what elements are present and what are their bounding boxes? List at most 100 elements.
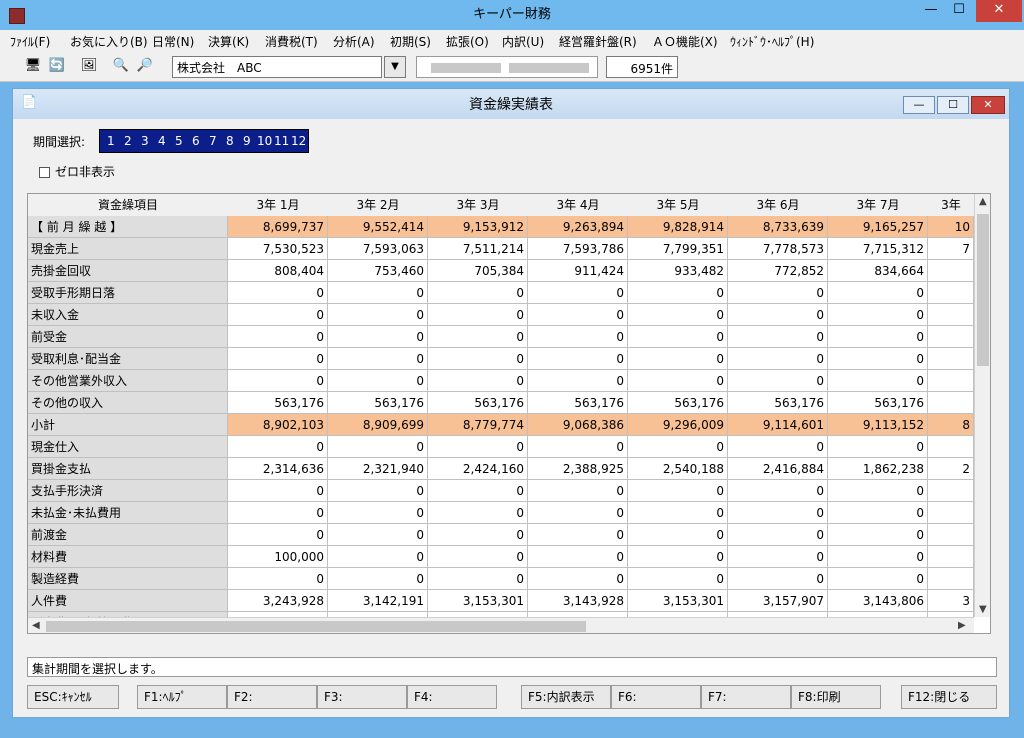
image-icon[interactable]: 🖼 [78, 56, 100, 76]
period-10[interactable]: 10 [257, 134, 272, 148]
table-cell[interactable]: 8 [928, 414, 974, 436]
period-7[interactable]: 7 [209, 134, 217, 148]
table-cell[interactable]: 0 [828, 502, 928, 524]
period-12[interactable]: 12 [291, 134, 306, 148]
table-cell[interactable]: 0 [628, 436, 728, 458]
table-cell[interactable]: 0 [328, 326, 428, 348]
menu-daily[interactable]: 日常(N) [152, 33, 194, 50]
column-header[interactable]: 3年 6月 [728, 194, 829, 217]
column-header[interactable]: 3年 2月 [328, 194, 429, 217]
table-cell[interactable]: 0 [328, 568, 428, 590]
table-cell[interactable] [928, 326, 974, 348]
window-icon[interactable]: 🖥 [22, 56, 44, 76]
table-cell[interactable]: 563,176 [728, 392, 828, 414]
table-cell[interactable]: 0 [828, 326, 928, 348]
column-header[interactable]: 資金繰項目 [28, 194, 229, 217]
table-cell[interactable]: 563,176 [328, 392, 428, 414]
table-cell[interactable]: 0 [728, 480, 828, 502]
table-cell[interactable]: 0 [528, 282, 628, 304]
table-cell[interactable]: 933,482 [628, 260, 728, 282]
table-cell[interactable]: 0 [828, 370, 928, 392]
table-cell[interactable]: 0 [228, 304, 328, 326]
table-cell[interactable]: 0 [528, 524, 628, 546]
scroll-up-icon[interactable]: ▲ [979, 196, 987, 207]
table-cell[interactable]: 3,143,806 [828, 590, 928, 612]
table-cell[interactable]: 7,778,573 [728, 238, 828, 260]
menu-initial[interactable]: 初期(S) [390, 33, 431, 50]
menu-compass[interactable]: 経営羅針盤(R) [559, 33, 637, 50]
table-cell[interactable]: 0 [428, 568, 528, 590]
table-cell[interactable]: 0 [428, 326, 528, 348]
menu-consumption-tax[interactable]: 消費税(T) [265, 33, 318, 50]
table-cell[interactable]: 753,460 [328, 260, 428, 282]
column-header[interactable]: 3年 5月 [628, 194, 729, 217]
table-cell[interactable]: 0 [228, 480, 328, 502]
table-cell[interactable]: 0 [828, 436, 928, 458]
table-cell[interactable]: 7,715,312 [828, 238, 928, 260]
table-cell[interactable]: 0 [328, 480, 428, 502]
table-cell[interactable]: 0 [528, 480, 628, 502]
table-cell[interactable]: 0 [628, 348, 728, 370]
column-header[interactable]: 3年 4月 [528, 194, 629, 217]
table-cell[interactable]: 834,664 [828, 260, 928, 282]
table-cell[interactable]: 0 [428, 282, 528, 304]
table-cell[interactable] [928, 392, 974, 414]
maximize-button[interactable]: ☐ [946, 0, 972, 22]
table-cell[interactable]: 8,779,774 [428, 414, 528, 436]
table-cell[interactable]: 0 [328, 304, 428, 326]
scroll-left-icon[interactable]: ◀ [32, 620, 40, 631]
table-cell[interactable]: 7,530,523 [228, 238, 328, 260]
table-cell[interactable]: 0 [728, 282, 828, 304]
table-cell[interactable]: 0 [728, 348, 828, 370]
table-cell[interactable]: 0 [528, 436, 628, 458]
table-cell[interactable]: 0 [628, 370, 728, 392]
table-cell[interactable]: 0 [528, 568, 628, 590]
table-cell[interactable]: 0 [828, 480, 928, 502]
table-cell[interactable]: 0 [228, 524, 328, 546]
f8-print-button[interactable]: F8:印刷 [791, 685, 881, 709]
table-cell[interactable]: 0 [428, 370, 528, 392]
table-cell[interactable]: 0 [628, 480, 728, 502]
table-cell[interactable]: 9,114,601 [728, 414, 828, 436]
menu-closing[interactable]: 決算(K) [208, 33, 249, 50]
table-cell[interactable]: 2,424,160 [428, 458, 528, 480]
table-cell[interactable]: 563,176 [628, 392, 728, 414]
period-4[interactable]: 4 [158, 134, 166, 148]
table-cell[interactable]: 911,424 [528, 260, 628, 282]
table-cell[interactable]: 0 [628, 326, 728, 348]
table-cell[interactable]: 808,404 [228, 260, 328, 282]
inner-close-button[interactable]: ✕ [971, 96, 1005, 114]
horizontal-scroll-thumb[interactable] [46, 621, 586, 632]
zoom-in-icon[interactable]: 🔍 [110, 56, 132, 76]
table-cell[interactable] [928, 304, 974, 326]
table-cell[interactable]: 7,799,351 [628, 238, 728, 260]
f5-breakdown-button[interactable]: F5:内訳表示 [521, 685, 611, 709]
table-cell[interactable]: 563,176 [828, 392, 928, 414]
table-cell[interactable]: 7,593,786 [528, 238, 628, 260]
table-cell[interactable]: 3,142,191 [328, 590, 428, 612]
table-cell[interactable]: 0 [428, 348, 528, 370]
table-cell[interactable]: 0 [728, 326, 828, 348]
table-cell[interactable]: 9,113,152 [828, 414, 928, 436]
column-header[interactable]: 3年 3月 [428, 194, 529, 217]
table-cell[interactable]: 0 [828, 348, 928, 370]
table-cell[interactable]: 3,153,301 [428, 590, 528, 612]
period-6[interactable]: 6 [192, 134, 200, 148]
vertical-scroll-thumb[interactable] [977, 214, 989, 366]
period-selector[interactable]: 1 2 3 4 5 6 7 8 9 10 11 12 [99, 129, 309, 153]
f4-button[interactable]: F4: [407, 685, 497, 709]
table-cell[interactable]: 2 [928, 458, 974, 480]
table-cell[interactable] [928, 524, 974, 546]
table-cell[interactable]: 8,909,699 [328, 414, 428, 436]
vertical-scrollbar[interactable]: ▲ ▼ [974, 194, 990, 617]
table-cell[interactable]: 0 [528, 502, 628, 524]
table-cell[interactable]: 0 [728, 502, 828, 524]
table-cell[interactable]: 0 [228, 436, 328, 458]
table-cell[interactable]: 0 [428, 304, 528, 326]
inner-minimize-button[interactable]: — [903, 96, 935, 114]
table-cell[interactable]: 0 [528, 546, 628, 568]
f6-button[interactable]: F6: [611, 685, 701, 709]
table-cell[interactable]: 0 [628, 282, 728, 304]
scroll-right-icon[interactable]: ▶ [958, 620, 966, 631]
close-button[interactable]: ✕ [976, 0, 1022, 22]
